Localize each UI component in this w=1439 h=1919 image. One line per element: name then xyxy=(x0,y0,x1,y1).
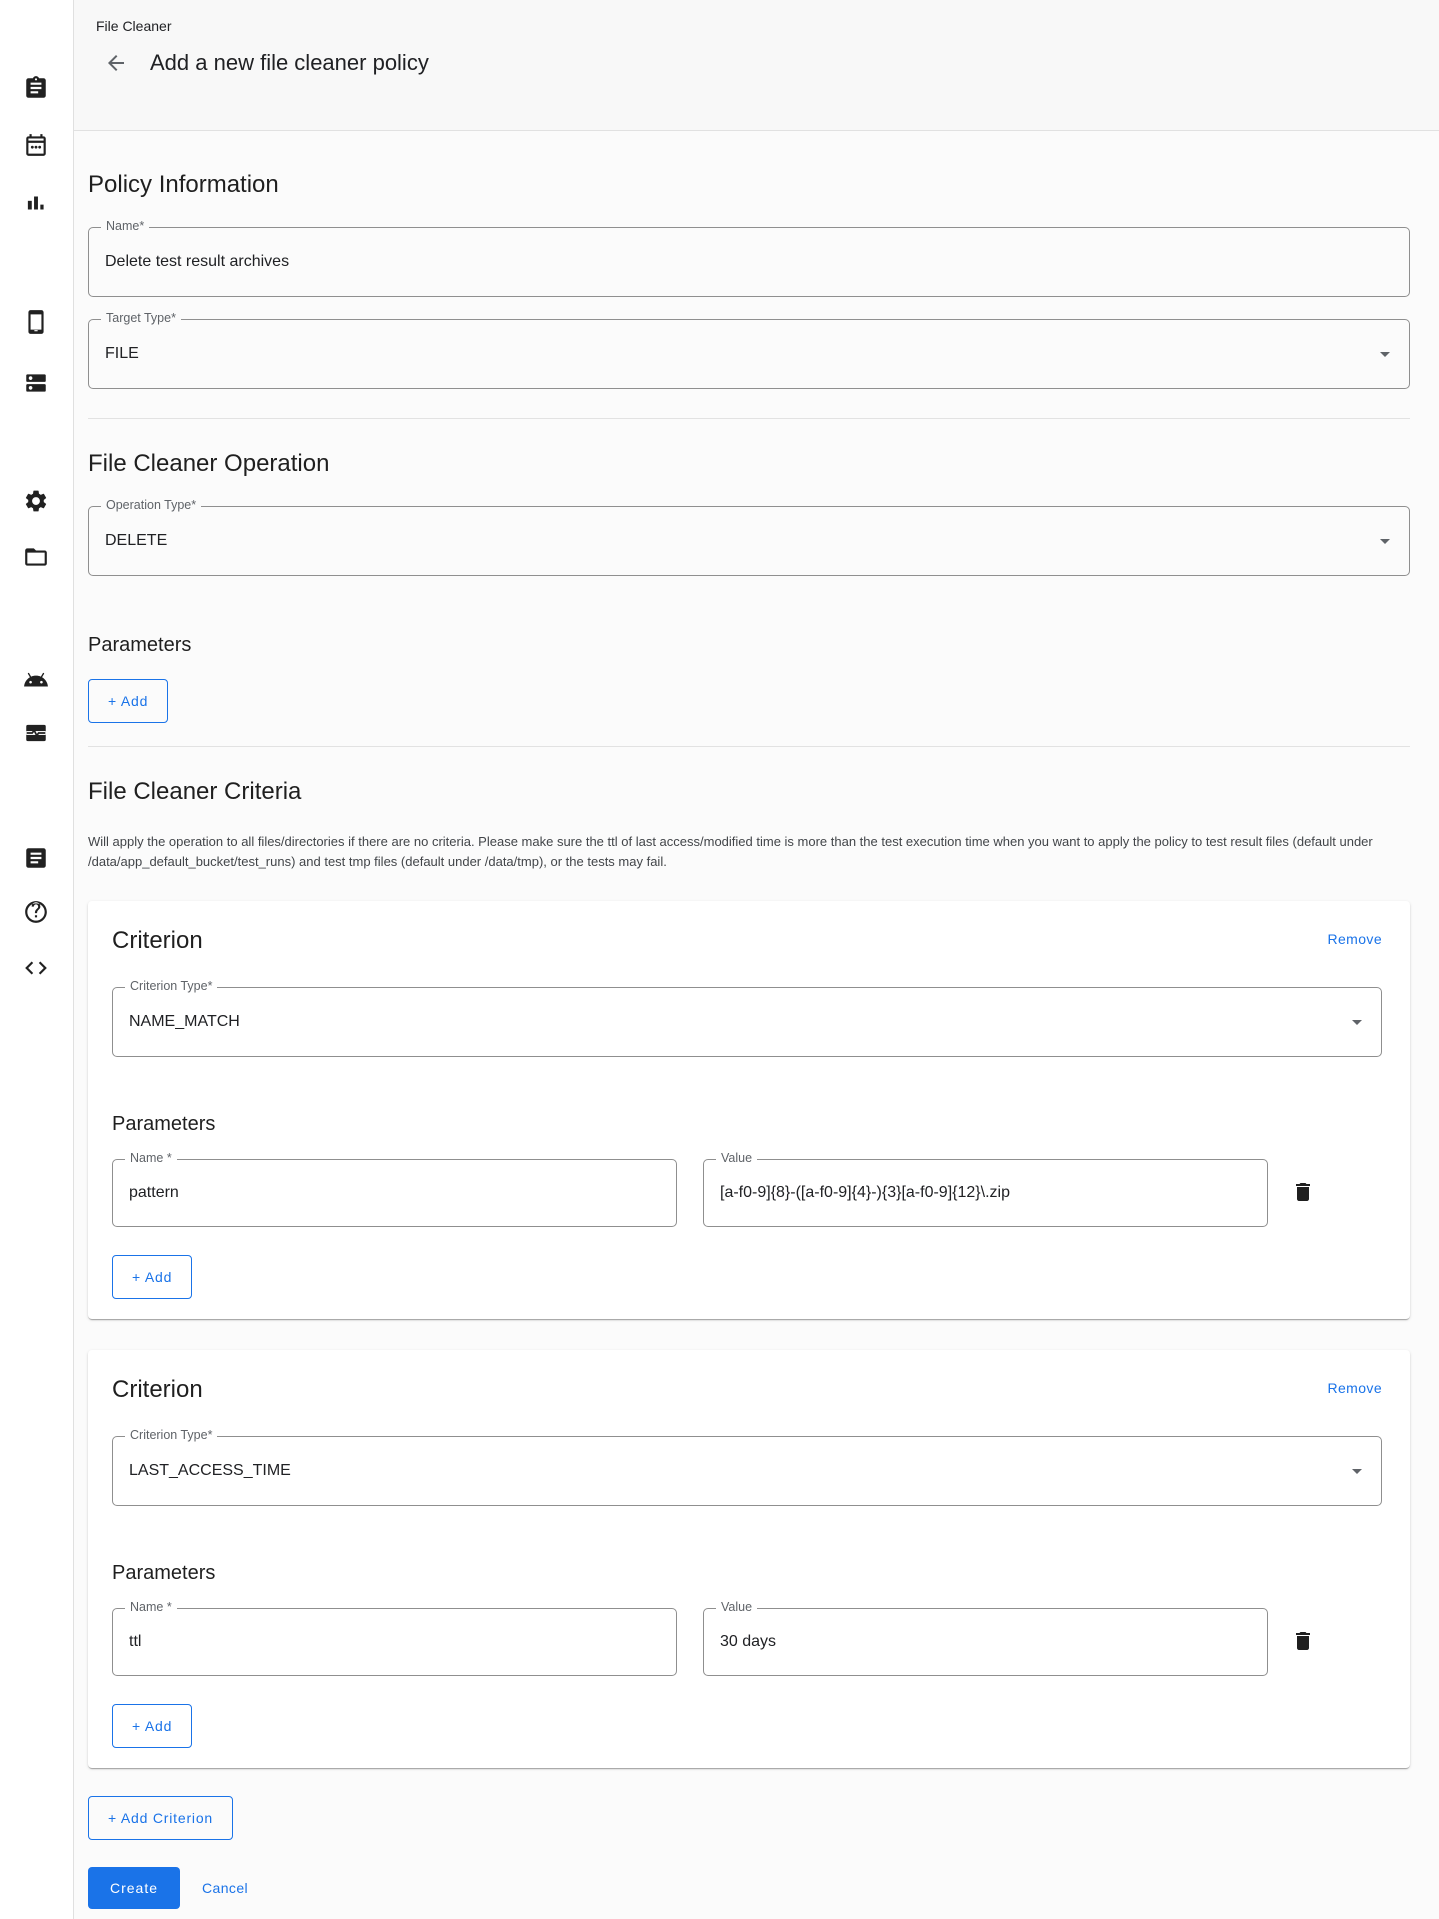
parameter-name-field: Name * xyxy=(112,1159,677,1227)
operation-add-parameter-button[interactable]: + Add xyxy=(88,679,168,723)
arrow-back-icon[interactable] xyxy=(104,51,128,75)
calendar-icon[interactable] xyxy=(23,132,49,158)
parameter-value-field: Value xyxy=(703,1159,1268,1227)
add-criterion-button[interactable]: + Add Criterion xyxy=(88,1796,233,1840)
code-icon[interactable] xyxy=(23,955,49,981)
trash-icon xyxy=(1291,1629,1315,1653)
parameter-name-input[interactable] xyxy=(113,1609,676,1675)
delete-parameter-button[interactable] xyxy=(1290,1629,1316,1655)
section-divider xyxy=(88,746,1410,747)
criterion-add-parameter-button[interactable]: + Add xyxy=(112,1255,192,1299)
storage-icon[interactable] xyxy=(23,370,49,396)
help-icon[interactable] xyxy=(23,899,49,925)
trash-icon xyxy=(1291,1180,1315,1204)
target-type-value[interactable] xyxy=(89,320,1409,388)
create-button[interactable]: Create xyxy=(88,1867,180,1909)
criterion-parameters-heading: Parameters xyxy=(112,1560,1382,1586)
criterion-type-select[interactable]: Criterion Type* xyxy=(112,1436,1382,1506)
sidebar xyxy=(0,0,74,1919)
folder-icon[interactable] xyxy=(23,544,49,570)
section-divider xyxy=(88,418,1410,419)
cancel-link[interactable]: Cancel xyxy=(202,1880,248,1896)
article-icon[interactable] xyxy=(23,845,49,871)
remove-criterion-link[interactable]: Remove xyxy=(1327,931,1382,947)
policy-name-input[interactable] xyxy=(89,228,1409,296)
target-type-select[interactable]: Target Type* xyxy=(88,319,1410,389)
operation-type-value[interactable] xyxy=(89,507,1409,575)
criterion-type-value[interactable] xyxy=(113,1437,1381,1505)
settings-icon[interactable] xyxy=(23,488,49,514)
criterion-heading: Criterion xyxy=(112,925,203,957)
page-header: File Cleaner Add a new file cleaner poli… xyxy=(74,0,1439,131)
criterion-type-value[interactable] xyxy=(113,988,1381,1056)
operation-heading: File Cleaner Operation xyxy=(88,448,1410,480)
parameter-value-field: Value xyxy=(703,1608,1268,1676)
operation-type-select[interactable]: Operation Type* xyxy=(88,506,1410,576)
smartphone-icon[interactable] xyxy=(23,309,49,335)
criterion-type-select[interactable]: Criterion Type* xyxy=(112,987,1382,1057)
criteria-description: Will apply the operation to all files/di… xyxy=(88,832,1410,872)
delete-parameter-button[interactable] xyxy=(1290,1180,1316,1206)
criterion-card: Criterion Remove Criterion Type* Paramet… xyxy=(88,901,1410,1319)
page-title: Add a new file cleaner policy xyxy=(150,50,429,76)
criterion-parameters-heading: Parameters xyxy=(112,1111,1382,1137)
parameter-name-input[interactable] xyxy=(113,1160,676,1226)
criterion-add-parameter-button[interactable]: + Add xyxy=(112,1704,192,1748)
clipboard-icon[interactable] xyxy=(23,75,49,101)
parameter-value-input[interactable] xyxy=(704,1609,1267,1675)
policy-information-heading: Policy Information xyxy=(88,169,1410,201)
policy-name-field: Name* xyxy=(88,227,1410,297)
health-monitor-icon[interactable] xyxy=(23,720,49,746)
remove-criterion-link[interactable]: Remove xyxy=(1327,1380,1382,1396)
criterion-card: Criterion Remove Criterion Type* Paramet… xyxy=(88,1350,1410,1768)
parameter-name-field: Name * xyxy=(112,1608,677,1676)
operation-parameters-heading: Parameters xyxy=(88,632,1410,658)
criteria-heading: File Cleaner Criteria xyxy=(88,776,1410,808)
app-section-label: File Cleaner xyxy=(96,18,1439,34)
parameter-value-input[interactable] xyxy=(704,1160,1267,1226)
bar-chart-icon[interactable] xyxy=(23,190,49,216)
android-icon[interactable] xyxy=(23,667,49,693)
criterion-heading: Criterion xyxy=(112,1374,203,1406)
